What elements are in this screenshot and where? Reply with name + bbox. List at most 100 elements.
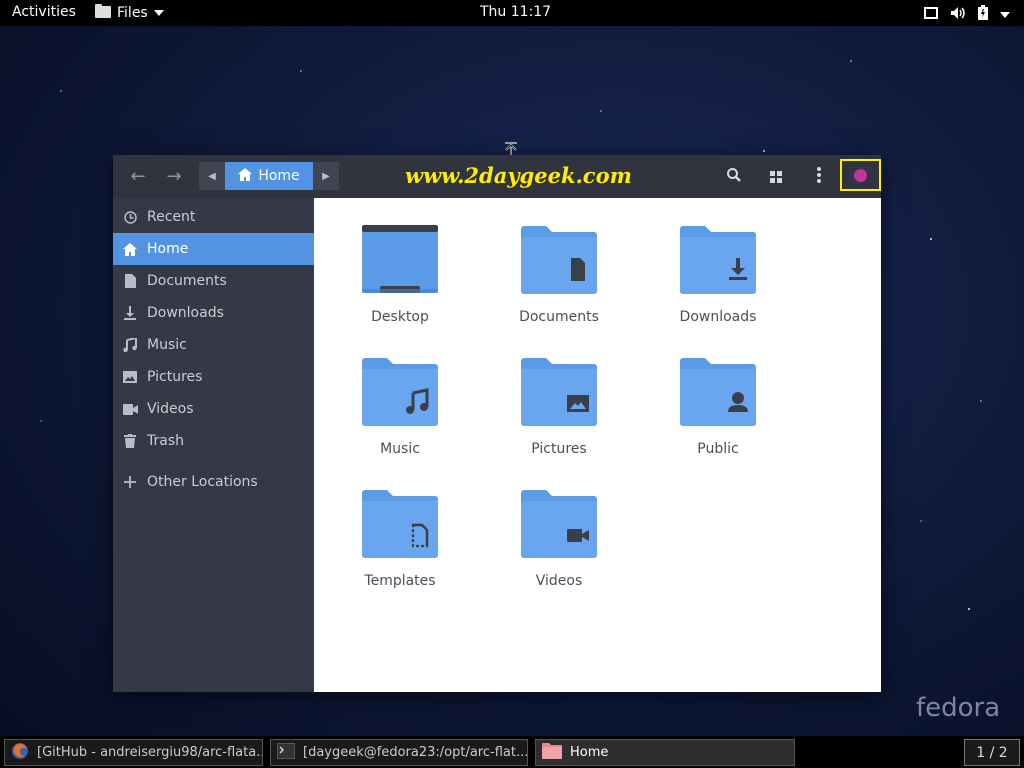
volume-icon <box>950 6 966 24</box>
task-firefox[interactable]: [GitHub - andreisergiu98/arc-flata... <box>4 739 263 766</box>
view-toggle-button[interactable] <box>763 164 789 190</box>
chevron-down-icon <box>153 10 164 16</box>
chevron-down-icon <box>1000 11 1010 18</box>
folder-item-documents[interactable]: Documents <box>499 225 619 345</box>
sidebar-item-pictures[interactable]: Pictures <box>113 361 314 393</box>
task-label: Home <box>570 745 609 760</box>
app-menu-label: Files <box>117 5 148 21</box>
sidebar-item-label: Other Locations <box>147 474 258 490</box>
video-icon <box>113 403 147 415</box>
path-scroll-left-button[interactable]: ◀ <box>199 162 225 190</box>
folder-item-public[interactable]: Public <box>658 357 778 477</box>
terminal-icon <box>276 742 296 763</box>
task-label: [daygeek@fedora23:/opt/arc-flat... <box>303 745 528 760</box>
app-menu[interactable]: Files <box>95 4 164 22</box>
task-label: [GitHub - andreisergiu98/arc-flata... <box>37 745 263 760</box>
close-icon <box>854 168 867 182</box>
sidebar-item-documents[interactable]: Documents <box>113 265 314 297</box>
folder-item-pictures[interactable]: Pictures <box>499 357 619 477</box>
sidebar-item-label: Music <box>147 337 187 353</box>
search-icon <box>726 167 742 187</box>
header-bar: ← → ◀ Home ▶ www.2daygeek.com <box>113 155 881 198</box>
music-folder-icon <box>362 358 438 426</box>
file-view: Desktop Documents Downloads Music Pictur… <box>314 198 881 692</box>
sidebar-item-label: Videos <box>147 401 194 417</box>
folder-item-videos[interactable]: Videos <box>499 489 619 609</box>
sidebar: Recent Home Documents Downloads Music Pi… <box>113 198 314 692</box>
folder-label: Pictures <box>531 441 587 457</box>
sidebar-item-trash[interactable]: Trash <box>113 425 314 457</box>
downloads-folder-icon <box>680 226 756 294</box>
home-icon <box>238 167 253 185</box>
sidebar-item-downloads[interactable]: Downloads <box>113 297 314 329</box>
forward-button[interactable]: → <box>159 163 189 189</box>
folder-icon <box>542 742 562 763</box>
folder-item-downloads[interactable]: Downloads <box>658 225 778 345</box>
templates-folder-icon <box>362 490 438 558</box>
sidebar-item-label: Documents <box>147 273 227 289</box>
pictures-folder-icon <box>521 358 597 426</box>
files-window: ← → ◀ Home ▶ www.2daygeek.com Recent Hom… <box>113 155 881 692</box>
folder-label: Videos <box>535 573 583 589</box>
grid-icon <box>770 168 782 187</box>
workspace-indicator[interactable]: 1 / 2 <box>964 739 1020 766</box>
public-folder-icon <box>680 358 756 426</box>
clock[interactable]: Thu 11:17 <box>480 4 551 20</box>
battery-icon <box>978 5 988 24</box>
path-home-button[interactable]: Home <box>225 162 313 190</box>
files-app-icon <box>95 4 111 22</box>
sidebar-item-label: Pictures <box>147 369 203 385</box>
chevron-left-icon: ◀ <box>208 170 216 182</box>
sidebar-item-music[interactable]: Music <box>113 329 314 361</box>
sidebar-item-home[interactable]: Home <box>113 233 314 265</box>
chevron-right-icon: ▶ <box>322 170 330 182</box>
close-button[interactable] <box>840 159 881 191</box>
taskbar: [GitHub - andreisergiu98/arc-flata... [d… <box>0 736 1024 768</box>
folder-label: Templates <box>364 573 436 589</box>
arrow-left-icon: ← <box>130 165 146 187</box>
music-icon <box>113 338 147 352</box>
desktop-folder-icon <box>362 225 438 293</box>
watermark-text: www.2daygeek.com <box>405 163 632 188</box>
sidebar-item-label: Recent <box>147 209 196 225</box>
activities-button[interactable]: Activities <box>12 4 76 20</box>
download-icon <box>113 306 147 320</box>
search-button[interactable] <box>721 164 747 190</box>
sidebar-item-label: Downloads <box>147 305 224 321</box>
picture-icon <box>113 371 147 383</box>
fedora-logo: fedora <box>916 693 1001 723</box>
arrow-right-icon: → <box>166 165 182 187</box>
documents-folder-icon <box>521 226 597 294</box>
document-icon <box>113 274 147 288</box>
folder-label: Public <box>697 441 739 457</box>
folder-label: Music <box>380 441 420 457</box>
status-menu[interactable] <box>924 5 1010 24</box>
trash-icon <box>113 434 147 448</box>
path-bar: ◀ Home ▶ <box>199 162 339 190</box>
more-vertical-icon <box>817 167 821 187</box>
sidebar-item-label: Home <box>147 241 189 257</box>
back-button[interactable]: ← <box>123 163 153 189</box>
folder-item-templates[interactable]: Templates <box>340 489 460 609</box>
path-scroll-right-button[interactable]: ▶ <box>313 162 339 190</box>
sidebar-item-videos[interactable]: Videos <box>113 393 314 425</box>
sidebar-item-other-locations[interactable]: Other Locations <box>113 466 314 498</box>
top-bar: Activities Files Thu 11:17 <box>0 0 1024 26</box>
folder-label: Documents <box>519 309 599 325</box>
sidebar-item-recent[interactable]: Recent <box>113 201 314 233</box>
screen-icon <box>924 6 938 23</box>
folder-label: Desktop <box>371 309 429 325</box>
sidebar-item-label: Trash <box>147 433 184 449</box>
path-home-label: Home <box>258 168 300 184</box>
videos-folder-icon <box>521 490 597 558</box>
firefox-icon <box>11 742 29 764</box>
task-terminal[interactable]: [daygeek@fedora23:/opt/arc-flat... <box>270 739 528 766</box>
task-files-home[interactable]: Home <box>535 739 795 766</box>
home-icon <box>113 242 147 256</box>
folder-item-music[interactable]: Music <box>340 357 460 477</box>
folder-item-desktop[interactable]: Desktop <box>340 225 460 345</box>
menu-button[interactable] <box>806 164 832 190</box>
folder-label: Downloads <box>679 309 757 325</box>
plus-icon <box>113 476 147 488</box>
clock-icon <box>113 210 147 224</box>
